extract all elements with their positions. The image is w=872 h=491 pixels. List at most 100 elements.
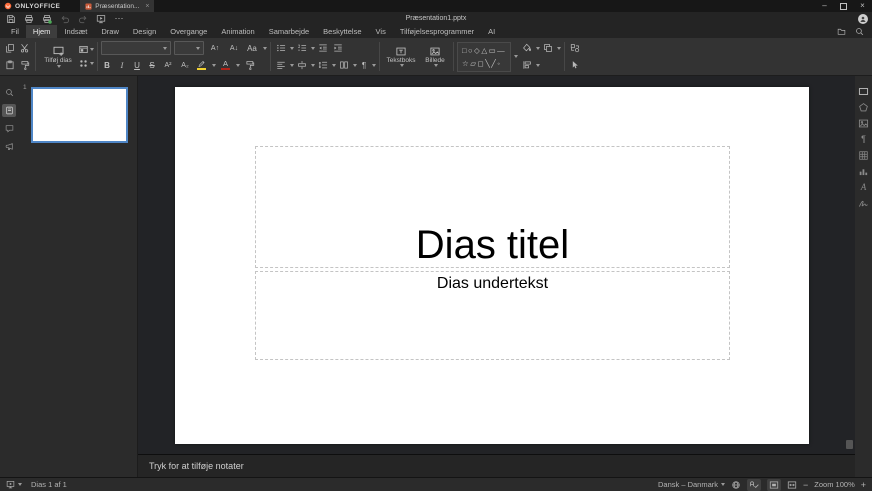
vertical-align-button[interactable] bbox=[295, 58, 309, 72]
superscript-button[interactable]: A² bbox=[161, 62, 175, 69]
header-bar: ⋯ Præsentation1.pptx bbox=[0, 12, 872, 25]
font-color-button[interactable]: A bbox=[219, 58, 232, 72]
add-slide-button[interactable]: Tilføj dias bbox=[39, 45, 77, 67]
cut-button[interactable] bbox=[18, 41, 32, 55]
strikeout-button[interactable]: S bbox=[146, 61, 158, 70]
paragraph-settings-sidebar-button[interactable]: ¶ bbox=[857, 133, 870, 145]
maximize-button[interactable] bbox=[834, 0, 853, 12]
subtitle-placeholder[interactable]: Dias undertekst bbox=[255, 271, 730, 360]
subscript-button[interactable]: A₂ bbox=[178, 62, 192, 69]
close-button[interactable]: × bbox=[853, 0, 872, 12]
fit-to-width-button[interactable] bbox=[787, 480, 797, 490]
spellcheck-button[interactable] bbox=[747, 479, 761, 491]
menubar-right-tools bbox=[837, 25, 872, 38]
insert-image-button[interactable]: Billede bbox=[420, 46, 450, 67]
textart-settings-button[interactable]: A bbox=[857, 181, 870, 193]
tab-draw[interactable]: Draw bbox=[94, 25, 126, 38]
minimize-button[interactable]: – bbox=[815, 0, 834, 12]
open-file-location-button[interactable] bbox=[837, 27, 846, 36]
tab-vis[interactable]: Vis bbox=[369, 25, 393, 38]
search-button[interactable] bbox=[855, 27, 864, 36]
clear-style-button[interactable] bbox=[243, 58, 257, 72]
numbering-button[interactable] bbox=[295, 41, 309, 55]
chart-settings-icon bbox=[858, 166, 869, 177]
underline-button[interactable]: U bbox=[131, 61, 143, 70]
italic-button[interactable]: I bbox=[116, 61, 128, 70]
tab-overgange[interactable]: Overgange bbox=[163, 25, 214, 38]
tab-tilfoejelsesprogrammer[interactable]: Tilføjelsesprogrammer bbox=[393, 25, 481, 38]
document-tab[interactable]: Præsentation... × bbox=[80, 0, 154, 12]
copy-button[interactable] bbox=[3, 41, 17, 55]
image-settings-button[interactable] bbox=[857, 117, 870, 129]
line-spacing-button[interactable] bbox=[316, 58, 330, 72]
font-name-combo[interactable] bbox=[101, 41, 171, 55]
title-placeholder[interactable]: Dias titel bbox=[255, 146, 730, 268]
chart-settings-button[interactable] bbox=[857, 165, 870, 177]
canvas-scrollbar-thumb[interactable] bbox=[846, 440, 853, 449]
horizontal-align-button[interactable] bbox=[274, 58, 288, 72]
bold-button[interactable]: B bbox=[101, 61, 113, 70]
font-size-combo[interactable] bbox=[174, 41, 204, 55]
color-scheme-dropdown[interactable] bbox=[78, 57, 94, 71]
slides-panel-button[interactable] bbox=[2, 104, 16, 117]
zoom-in-button[interactable]: + bbox=[861, 480, 866, 490]
notes-area[interactable]: Tryk for at tilføje notater bbox=[138, 454, 855, 477]
shape-settings-button[interactable] bbox=[857, 101, 870, 113]
quick-print-button[interactable] bbox=[40, 13, 54, 25]
change-shape-button[interactable] bbox=[568, 41, 582, 55]
paragraph-settings-button[interactable]: ¶ bbox=[358, 61, 370, 70]
signature-settings-button[interactable] bbox=[857, 197, 870, 209]
highlight-color-button[interactable] bbox=[195, 58, 208, 72]
shapes-gallery-expand-icon[interactable] bbox=[514, 55, 518, 58]
decrease-indent-button[interactable] bbox=[316, 41, 330, 55]
fit-to-slide-button[interactable] bbox=[767, 479, 781, 491]
shape-outline-button[interactable] bbox=[541, 41, 555, 55]
arrange-shape-button[interactable] bbox=[520, 58, 534, 72]
tab-samarbejde[interactable]: Samarbejde bbox=[262, 25, 316, 38]
tab-fil[interactable]: Fil bbox=[4, 25, 26, 38]
font-color-swatch bbox=[221, 68, 230, 70]
slide-layout-dropdown[interactable] bbox=[78, 43, 94, 57]
start-slideshow-statusbar-button[interactable] bbox=[6, 480, 22, 489]
increase-font-size-button[interactable]: A↑ bbox=[207, 45, 223, 52]
tab-design[interactable]: Design bbox=[126, 25, 163, 38]
zoom-level: Zoom 100% bbox=[814, 480, 854, 489]
change-case-button[interactable]: Aa bbox=[245, 44, 259, 53]
user-avatar[interactable] bbox=[858, 14, 868, 24]
customize-toolbar-button[interactable]: ⋯ bbox=[112, 13, 126, 25]
feedback-button[interactable] bbox=[2, 140, 16, 153]
select-objects-button[interactable] bbox=[568, 58, 582, 72]
app-window: ONLYOFFICE Præsentation... × – × ⋯ Præse… bbox=[0, 0, 872, 491]
slide-thumbnail[interactable] bbox=[31, 87, 128, 143]
tab-beskyttelse[interactable]: Beskyttelse bbox=[316, 25, 368, 38]
redo-button[interactable] bbox=[76, 13, 90, 25]
tab-animation[interactable]: Animation bbox=[214, 25, 261, 38]
slide-settings-button[interactable] bbox=[857, 85, 870, 97]
undo-button[interactable] bbox=[58, 13, 72, 25]
search-panel-button[interactable] bbox=[2, 86, 16, 99]
decrease-font-size-button[interactable]: A↓ bbox=[226, 45, 242, 52]
spellcheck-icon bbox=[749, 480, 759, 490]
language-selector[interactable]: Dansk – Danmark bbox=[658, 480, 725, 489]
document-language-button[interactable] bbox=[731, 480, 741, 490]
start-slideshow-button[interactable] bbox=[94, 13, 108, 25]
zoom-out-button[interactable]: − bbox=[803, 480, 808, 490]
insert-textbox-button[interactable]: Tekstboks bbox=[383, 46, 419, 67]
shapes-gallery[interactable]: □○◇△▭— ☆▱◻╲╱◦ bbox=[457, 42, 511, 72]
tab-close-icon[interactable]: × bbox=[145, 3, 149, 10]
slide-canvas[interactable]: Dias titel Dias undertekst bbox=[175, 87, 809, 444]
print-button[interactable] bbox=[22, 13, 36, 25]
highlight-color-swatch bbox=[197, 68, 206, 70]
comments-panel-button[interactable] bbox=[2, 122, 16, 135]
shape-fill-button[interactable] bbox=[520, 41, 534, 55]
format-painter-button[interactable] bbox=[18, 58, 32, 72]
save-button[interactable] bbox=[4, 13, 18, 25]
bullets-button[interactable] bbox=[274, 41, 288, 55]
columns-button[interactable] bbox=[337, 58, 351, 72]
tab-hjem[interactable]: Hjem bbox=[26, 25, 58, 38]
tab-indsaet[interactable]: Indsæt bbox=[57, 25, 94, 38]
increase-indent-button[interactable] bbox=[331, 41, 345, 55]
tab-ai[interactable]: AI bbox=[481, 25, 502, 38]
table-settings-button[interactable] bbox=[857, 149, 870, 161]
paste-button[interactable] bbox=[3, 58, 17, 72]
